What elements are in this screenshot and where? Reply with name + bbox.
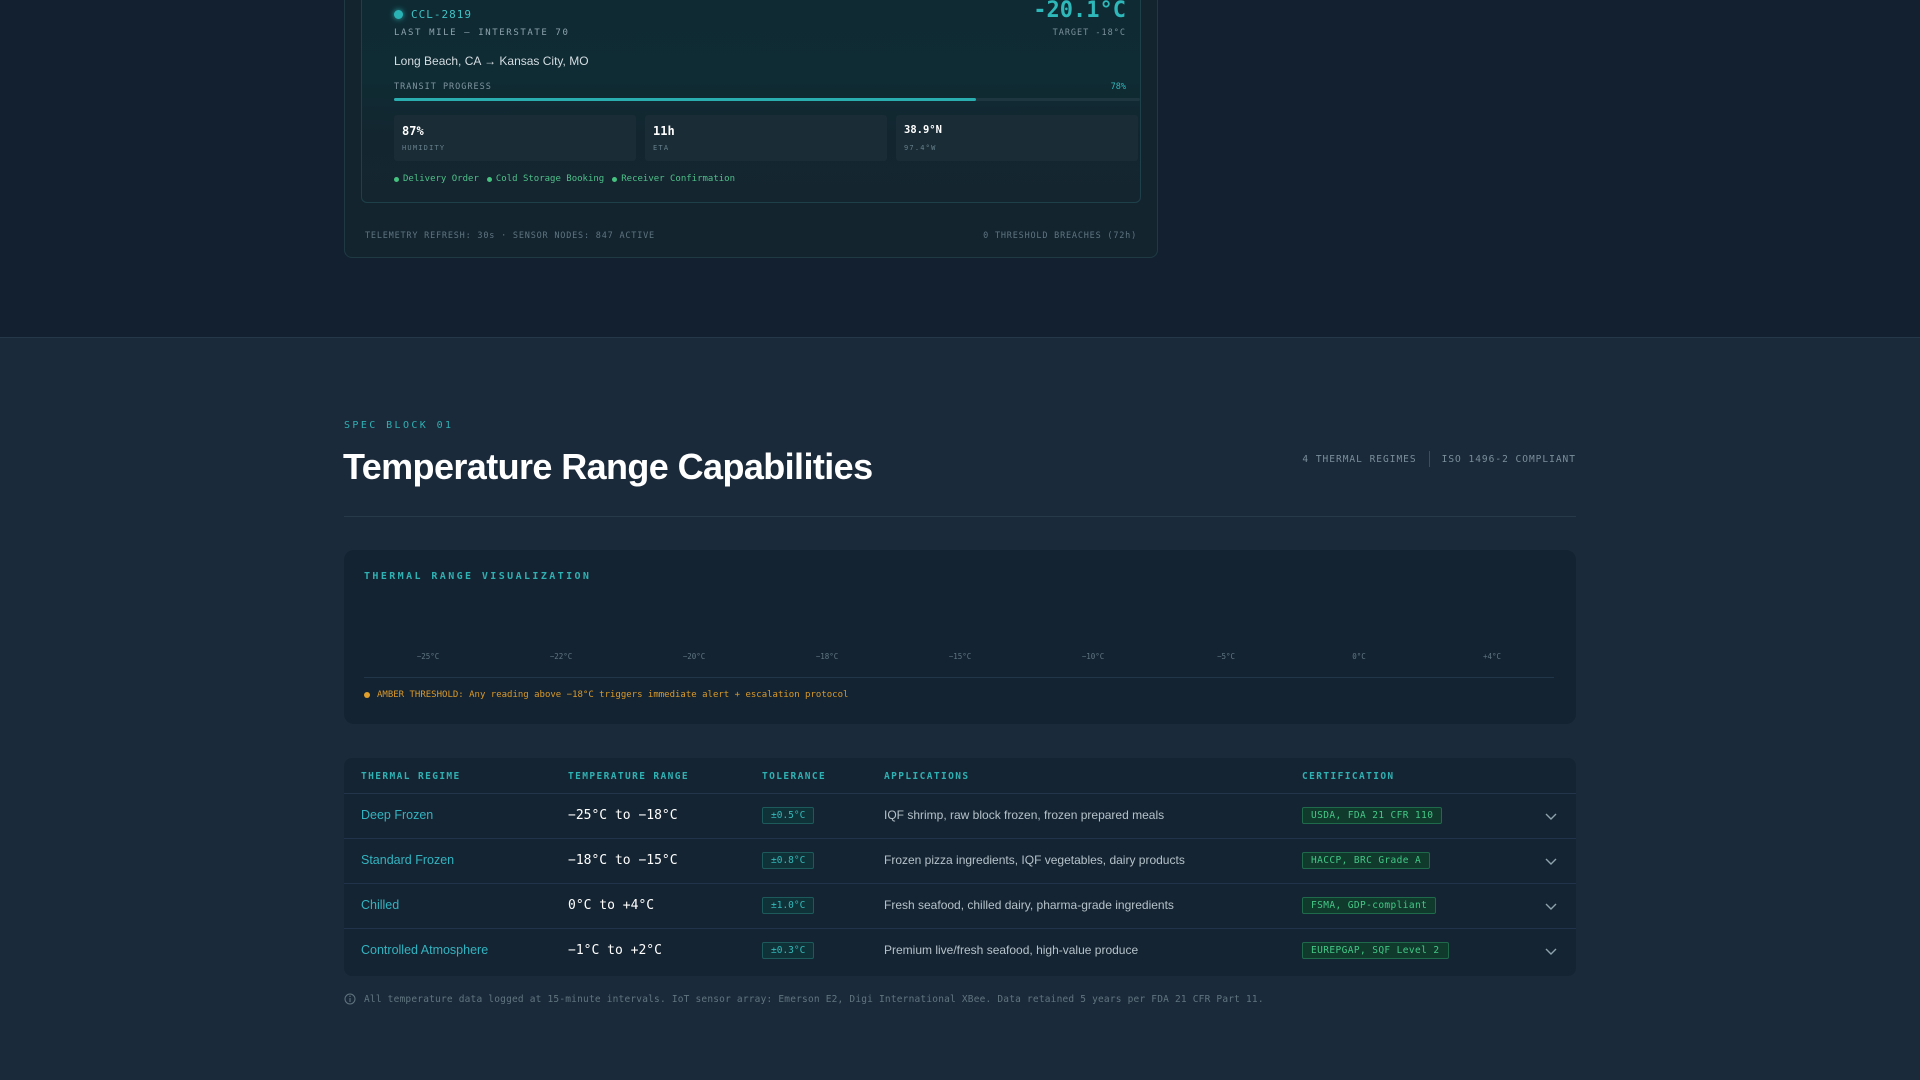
warning-dot-icon xyxy=(364,692,370,698)
thermal-range-visualization: THERMAL RANGE VISUALIZATION −25°C −22°C −2… xyxy=(344,550,1576,724)
tolerance-badge: ±0.3°C xyxy=(762,942,815,959)
scale-baseline xyxy=(364,677,1554,678)
metric-eta: 11h ETA xyxy=(645,115,887,161)
metric-label: 97.4°W xyxy=(904,144,937,152)
applications: Fresh seafood, chilled dairy, pharma-gra… xyxy=(884,898,1174,912)
chevron-down-icon[interactable] xyxy=(1544,899,1558,913)
scale-tick-label: 0°C xyxy=(1352,652,1366,661)
scale-tick-label: −20°C xyxy=(682,652,706,661)
regime-name[interactable]: Standard Frozen xyxy=(361,853,454,867)
shipment-band: CCL-2819 LAST MILE — INTERSTATE 70 -20.1… xyxy=(0,0,1920,338)
compliance-badge: ISO 1496-2 COMPLIANT xyxy=(1441,453,1576,465)
temperature-range: −1°C to +2°C xyxy=(568,943,662,958)
route: Long Beach, CA → Kansas City, MO xyxy=(394,54,589,68)
table-row[interactable]: Standard Frozen −18°C to −15°C ±0.8°C Fr… xyxy=(344,839,1576,884)
column-header: TEMPERATURE RANGE xyxy=(568,771,690,782)
table-row[interactable]: Deep Frozen −25°C to −18°C ±0.5°C IQF sh… xyxy=(344,794,1576,839)
metric-humidity: 87% HUMIDITY xyxy=(394,115,636,161)
metric-label: ETA xyxy=(653,144,670,152)
check-dot-icon xyxy=(486,176,492,182)
metric-position: 38.9°N 97.4°W xyxy=(896,115,1138,161)
meta-divider xyxy=(1428,451,1430,467)
current-temperature: -20.1°C xyxy=(1033,0,1126,23)
tolerance-badge: ±0.8°C xyxy=(762,852,815,869)
applications: IQF shrimp, raw block frozen, frozen pre… xyxy=(884,808,1165,822)
document-status[interactable]: Cold Storage Booking xyxy=(486,174,604,184)
data-footnote: All temperature data logged at 15-minute… xyxy=(344,993,1264,1005)
column-header: TOLERANCE xyxy=(762,771,827,782)
applications: Frozen pizza ingredients, IQF vegetables… xyxy=(884,853,1185,867)
check-dot-icon xyxy=(394,176,399,182)
metric-value: 87% xyxy=(402,124,424,138)
telemetry-panel: CCL-2819 LAST MILE — INTERSTATE 70 -20.1… xyxy=(344,0,1158,258)
scale-tick-label: −22°C xyxy=(549,652,573,661)
document-status-list: Delivery Order Cold Storage Booking Rece… xyxy=(394,174,735,184)
metric-value: 11h xyxy=(653,124,675,138)
applications: Premium live/fresh seafood, high-value p… xyxy=(884,943,1139,957)
tolerance-badge: ±1.0°C xyxy=(762,897,815,914)
amber-threshold-note: AMBER THRESHOLD: Any reading above −18°C… xyxy=(364,690,848,700)
document-status[interactable]: Receiver Confirmation xyxy=(612,174,735,184)
page-title: Temperature Range Capabilities xyxy=(343,446,873,487)
table-row[interactable]: Controlled Atmosphere −1°C to +2°C ±0.3°… xyxy=(344,929,1576,974)
tolerance-badge: ±0.5°C xyxy=(762,807,815,824)
column-header: THERMAL REGIME xyxy=(361,771,461,782)
regime-count: 4 THERMAL REGIMES xyxy=(1302,453,1417,465)
thermal-regime-table: THERMAL REGIME TEMPERATURE RANGE TOLERAN… xyxy=(344,758,1576,976)
regime-name[interactable]: Deep Frozen xyxy=(361,808,433,822)
section-divider xyxy=(344,516,1576,517)
regime-name[interactable]: Chilled xyxy=(361,898,399,912)
document-status[interactable]: Delivery Order xyxy=(394,174,479,184)
section-eyebrow: SPEC BLOCK 01 xyxy=(344,420,454,431)
certification-badge: HACCP, BRC Grade A xyxy=(1302,852,1431,869)
certification-badge: USDA, FDA 21 CFR 110 xyxy=(1302,807,1443,824)
scale-tick-label: −10°C xyxy=(1081,652,1105,661)
scale-tick-label: −25°C xyxy=(416,652,440,661)
certification-badge: FSMA, GDP-compliant xyxy=(1302,897,1437,914)
column-header: CERTIFICATION xyxy=(1302,771,1395,782)
temperature-range: 0°C to +4°C xyxy=(568,898,655,913)
check-dot-icon xyxy=(612,176,618,182)
chevron-down-icon[interactable] xyxy=(1544,809,1558,823)
metric-label: HUMIDITY xyxy=(402,144,446,152)
column-header: APPLICATIONS xyxy=(884,771,970,782)
info-icon xyxy=(344,993,356,1005)
scale-tick-label: +4°C xyxy=(1482,652,1502,661)
progress-label: TRANSIT PROGRESS xyxy=(394,82,492,92)
progress-bar xyxy=(394,98,1140,101)
breach-count: 0 THRESHOLD BREACHES (72h) xyxy=(983,231,1137,241)
visualization-title: THERMAL RANGE VISUALIZATION xyxy=(364,571,592,582)
temperature-range: −25°C to −18°C xyxy=(568,808,678,823)
table-row[interactable]: Chilled 0°C to +4°C ±1.0°C Fresh seafood… xyxy=(344,884,1576,929)
metric-value: 38.9°N xyxy=(904,124,942,136)
chevron-down-icon[interactable] xyxy=(1544,854,1558,868)
progress-bar-fill xyxy=(394,98,976,101)
scale-tick-label: −15°C xyxy=(948,652,972,661)
target-temperature: TARGET -18°C xyxy=(1052,28,1126,38)
temperature-range: −18°C to −15°C xyxy=(568,853,678,868)
table-header: THERMAL REGIME TEMPERATURE RANGE TOLERAN… xyxy=(344,758,1576,794)
live-status-icon xyxy=(394,10,403,19)
shipment-id: CCL-2819 xyxy=(411,8,472,21)
telemetry-footer: TELEMETRY REFRESH: 30s · SENSOR NODES: 8… xyxy=(365,231,655,241)
shipment-card[interactable]: CCL-2819 LAST MILE — INTERSTATE 70 -20.1… xyxy=(361,0,1141,203)
progress-percent: 78% xyxy=(1110,82,1126,92)
certification-badge: EUREPGAP, SQF Level 2 xyxy=(1302,942,1449,959)
temperature-scale: −25°C −22°C −20°C −18°C −15°C −10°C −5°C 0°C +4°… xyxy=(364,652,1554,664)
scale-tick-label: −18°C xyxy=(815,652,839,661)
shipment-subtitle: LAST MILE — INTERSTATE 70 xyxy=(394,28,570,38)
chevron-down-icon[interactable] xyxy=(1544,944,1558,958)
scale-tick-label: −5°C xyxy=(1216,652,1236,661)
section-meta: 4 THERMAL REGIMES ISO 1496-2 COMPLIANT xyxy=(1302,451,1576,467)
regime-name[interactable]: Controlled Atmosphere xyxy=(361,943,488,957)
